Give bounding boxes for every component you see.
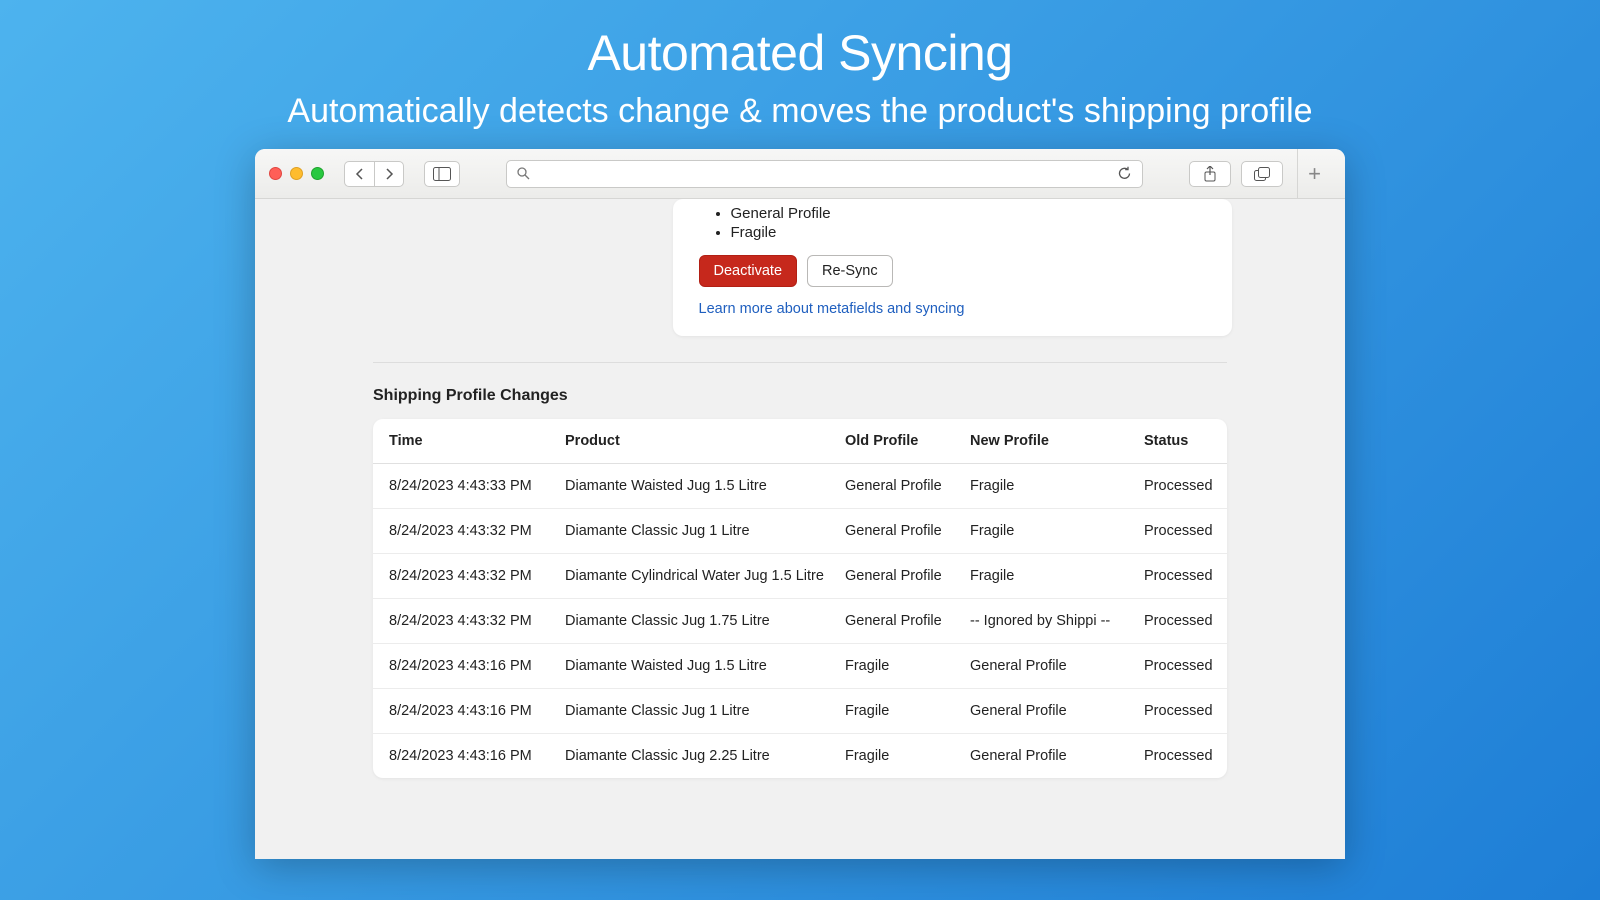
address-bar[interactable]: [506, 160, 1143, 188]
cell-old: General Profile: [845, 568, 970, 584]
learn-more-link[interactable]: Learn more about metafields and syncing: [699, 301, 965, 317]
share-button[interactable]: [1189, 161, 1231, 187]
list-item: Fragile: [731, 224, 1206, 241]
changes-table: Time Product Old Profile New Profile Sta…: [373, 419, 1227, 778]
back-button[interactable]: [344, 161, 374, 187]
search-icon: [517, 167, 530, 180]
cell-product: Diamante Classic Jug 2.25 Litre: [565, 748, 845, 764]
cell-product: Diamante Classic Jug 1.75 Litre: [565, 613, 845, 629]
cell-new: Fragile: [970, 568, 1144, 584]
cell-time: 8/24/2023 4:43:16 PM: [389, 658, 565, 674]
table-header-row: Time Product Old Profile New Profile Sta…: [373, 419, 1227, 464]
cell-old: General Profile: [845, 478, 970, 494]
table-row: 8/24/2023 4:43:16 PMDiamante Waisted Jug…: [373, 644, 1227, 689]
cell-old: Fragile: [845, 703, 970, 719]
cell-status: Processed: [1144, 613, 1244, 629]
col-status: Status: [1144, 433, 1244, 449]
new-tab-button[interactable]: +: [1297, 149, 1331, 199]
table-row: 8/24/2023 4:43:32 PMDiamante Classic Jug…: [373, 509, 1227, 554]
deactivate-button[interactable]: Deactivate: [699, 255, 798, 287]
cell-new: Fragile: [970, 478, 1144, 494]
titlebar: +: [255, 149, 1345, 199]
profile-list: General Profile Fragile: [731, 205, 1206, 241]
cell-new: General Profile: [970, 658, 1144, 674]
divider: [373, 362, 1227, 363]
cell-product: Diamante Classic Jug 1 Litre: [565, 523, 845, 539]
minimize-window-button[interactable]: [290, 167, 303, 180]
table-row: 8/24/2023 4:43:32 PMDiamante Classic Jug…: [373, 599, 1227, 644]
cell-product: Diamante Waisted Jug 1.5 Litre: [565, 478, 845, 494]
col-product: Product: [565, 433, 845, 449]
maximize-window-button[interactable]: [311, 167, 324, 180]
sync-config-card: General Profile Fragile Deactivate Re-Sy…: [673, 199, 1232, 336]
resync-button[interactable]: Re-Sync: [807, 255, 893, 287]
cell-product: Diamante Cylindrical Water Jug 1.5 Litre: [565, 568, 845, 584]
cell-status: Processed: [1144, 568, 1244, 584]
cell-old: General Profile: [845, 523, 970, 539]
cell-old: Fragile: [845, 658, 970, 674]
cell-time: 8/24/2023 4:43:16 PM: [389, 703, 565, 719]
forward-button[interactable]: [374, 161, 404, 187]
table-row: 8/24/2023 4:43:16 PMDiamante Classic Jug…: [373, 734, 1227, 778]
sidebar-toggle-button[interactable]: [424, 161, 460, 187]
cell-status: Processed: [1144, 748, 1244, 764]
cell-time: 8/24/2023 4:43:33 PM: [389, 478, 565, 494]
cell-status: Processed: [1144, 658, 1244, 674]
cell-time: 8/24/2023 4:43:16 PM: [389, 748, 565, 764]
cell-time: 8/24/2023 4:43:32 PM: [389, 613, 565, 629]
cell-new: -- Ignored by Shippi --: [970, 613, 1144, 629]
table-row: 8/24/2023 4:43:33 PMDiamante Waisted Jug…: [373, 464, 1227, 509]
cell-product: Diamante Classic Jug 1 Litre: [565, 703, 845, 719]
cell-time: 8/24/2023 4:43:32 PM: [389, 523, 565, 539]
hero-title: Automated Syncing: [0, 24, 1600, 82]
section-title: Shipping Profile Changes: [373, 387, 1227, 405]
cell-time: 8/24/2023 4:43:32 PM: [389, 568, 565, 584]
cell-old: Fragile: [845, 748, 970, 764]
browser-window: + General Profile Fragile Deactivate Re-…: [255, 149, 1345, 859]
table-row: 8/24/2023 4:43:32 PMDiamante Cylindrical…: [373, 554, 1227, 599]
cell-old: General Profile: [845, 613, 970, 629]
col-new-profile: New Profile: [970, 433, 1144, 449]
cell-new: General Profile: [970, 748, 1144, 764]
cell-status: Processed: [1144, 703, 1244, 719]
page-viewport: General Profile Fragile Deactivate Re-Sy…: [255, 199, 1345, 859]
col-time: Time: [389, 433, 565, 449]
table-row: 8/24/2023 4:43:16 PMDiamante Classic Jug…: [373, 689, 1227, 734]
cell-new: Fragile: [970, 523, 1144, 539]
cell-status: Processed: [1144, 523, 1244, 539]
tabs-button[interactable]: [1241, 161, 1283, 187]
cell-product: Diamante Waisted Jug 1.5 Litre: [565, 658, 845, 674]
close-window-button[interactable]: [269, 167, 282, 180]
cell-new: General Profile: [970, 703, 1144, 719]
col-old-profile: Old Profile: [845, 433, 970, 449]
list-item: General Profile: [731, 205, 1206, 222]
reload-icon[interactable]: [1117, 166, 1132, 181]
hero-subtitle: Automatically detects change & moves the…: [0, 92, 1600, 131]
cell-status: Processed: [1144, 478, 1244, 494]
